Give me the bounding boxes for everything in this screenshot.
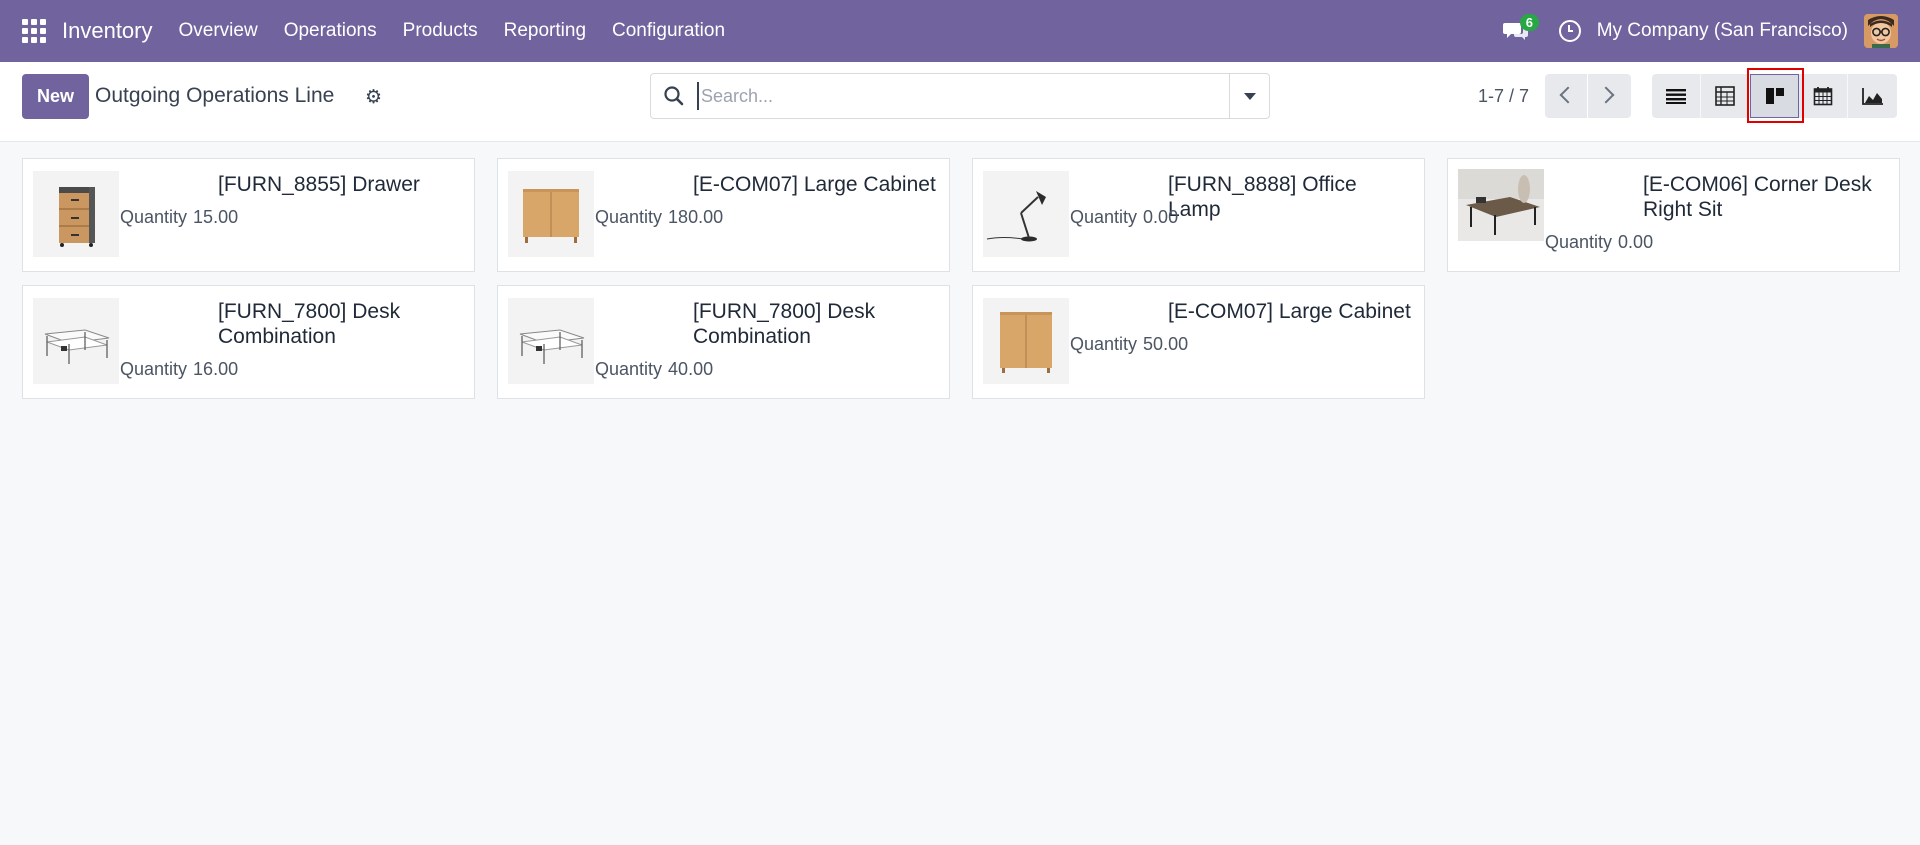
pivot-table-icon — [1715, 86, 1735, 106]
calendar-icon — [1813, 87, 1833, 106]
pivot-view-button[interactable] — [1701, 74, 1750, 118]
cabinet-image — [508, 171, 594, 257]
quantity-label: Quantity — [120, 207, 188, 227]
chevron-right-icon — [1597, 86, 1615, 104]
card-quantity: Quantity 40.00 — [595, 359, 713, 380]
pager-buttons — [1545, 74, 1631, 118]
area-chart-icon — [1861, 88, 1883, 105]
card-quantity: Quantity 0.00 — [1545, 232, 1653, 253]
quantity-value: 0.00 — [1143, 207, 1179, 227]
menu-item-overview[interactable]: Overview — [179, 20, 258, 42]
top-navbar: Inventory Overview Operations Products R… — [0, 0, 1920, 62]
kanban-card[interactable]: [E-COM07] Large Cabinet Quantity 50.00 — [972, 285, 1425, 399]
menu-item-configuration[interactable]: Configuration — [612, 20, 725, 42]
card-quantity: Quantity 50.00 — [1070, 334, 1188, 355]
card-title: [FURN_8888] Office Lamp — [1168, 173, 1357, 221]
chevron-left-icon — [1559, 86, 1577, 104]
messages-button[interactable]: 6 — [1502, 14, 1539, 46]
kanban-card[interactable]: [FURN_7800] Desk Combination Quantity 40.… — [497, 285, 950, 399]
list-icon — [1666, 89, 1686, 104]
card-quantity: Quantity 180.00 — [595, 207, 723, 228]
corner-desk-image — [1458, 169, 1544, 241]
gear-icon[interactable]: ⚙ — [365, 86, 382, 109]
quantity-label: Quantity — [1070, 207, 1138, 227]
quantity-value: 15.00 — [193, 207, 239, 227]
search-input[interactable] — [697, 82, 1217, 110]
card-title: [E-COM06] Corner Desk Right Sit — [1643, 173, 1872, 221]
quantity-label: Quantity — [1545, 232, 1613, 252]
kanban-view-button[interactable] — [1750, 74, 1799, 118]
quantity-value: 50.00 — [1143, 334, 1189, 354]
desk-combination-image — [33, 298, 119, 384]
quantity-label: Quantity — [595, 207, 663, 227]
pager-next-button[interactable] — [1588, 74, 1631, 118]
user-avatar[interactable] — [1864, 14, 1898, 48]
view-switcher — [1652, 74, 1897, 118]
card-quantity: Quantity 15.00 — [120, 207, 238, 228]
quantity-value: 180.00 — [668, 207, 724, 227]
quantity-label: Quantity — [595, 359, 663, 379]
quantity-label: Quantity — [120, 359, 188, 379]
menu-item-operations[interactable]: Operations — [284, 20, 377, 42]
search-options-dropdown[interactable] — [1229, 74, 1269, 118]
calendar-view-button[interactable] — [1799, 74, 1848, 118]
pager-previous-button[interactable] — [1545, 74, 1588, 118]
quantity-value: 0.00 — [1618, 232, 1654, 252]
apps-menu-icon[interactable] — [22, 19, 46, 43]
card-quantity: Quantity 0.00 — [1070, 207, 1178, 228]
quantity-label: Quantity — [1070, 334, 1138, 354]
list-view-button[interactable] — [1652, 74, 1701, 118]
company-switcher[interactable]: My Company (San Francisco) — [1597, 20, 1848, 42]
card-title: [E-COM07] Large Cabinet — [693, 173, 936, 196]
card-title: [FURN_7800] Desk Combination — [218, 300, 401, 348]
kanban-card[interactable]: [FURN_8855] Drawer Quantity 15.00 — [22, 158, 475, 272]
quantity-value: 40.00 — [668, 359, 714, 379]
search-bar — [650, 73, 1270, 119]
graph-view-button[interactable] — [1848, 74, 1897, 118]
cabinet-image — [983, 298, 1069, 384]
activity-clock-icon[interactable] — [1558, 20, 1581, 42]
kanban-card[interactable]: [E-COM06] Corner Desk Right Sit Quantity… — [1447, 158, 1900, 272]
messages-count-badge: 6 — [1519, 14, 1539, 31]
card-title: [FURN_7800] Desk Combination — [693, 300, 876, 348]
menu-item-reporting[interactable]: Reporting — [504, 20, 586, 42]
kanban-card[interactable]: [FURN_8888] Office Lamp Quantity 0.00 — [972, 158, 1425, 272]
menu-item-products[interactable]: Products — [403, 20, 478, 42]
page-title: Outgoing Operations Line — [95, 84, 335, 107]
search-icon — [664, 86, 684, 106]
lamp-image — [983, 171, 1069, 257]
app-name[interactable]: Inventory — [62, 18, 153, 44]
card-quantity: Quantity 16.00 — [120, 359, 238, 380]
quantity-value: 16.00 — [193, 359, 239, 379]
pager-value[interactable]: 1-7 / 7 — [1478, 86, 1529, 107]
control-panel: New Outgoing Operations Line ⚙ 1-7 / 7 — [0, 62, 1920, 142]
new-button[interactable]: New — [22, 74, 89, 119]
card-title: [FURN_8855] Drawer — [218, 173, 420, 196]
kanban-icon — [1765, 88, 1784, 104]
kanban-card[interactable]: [E-COM07] Large Cabinet Quantity 180.00 — [497, 158, 950, 272]
desk-combination-image — [508, 298, 594, 384]
kanban-card[interactable]: [FURN_7800] Desk Combination Quantity 16.… — [22, 285, 475, 399]
card-title: [E-COM07] Large Cabinet — [1168, 300, 1411, 323]
drawer-image — [33, 171, 119, 257]
